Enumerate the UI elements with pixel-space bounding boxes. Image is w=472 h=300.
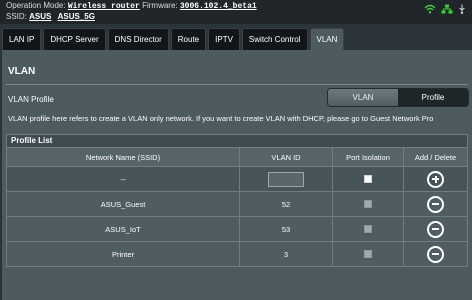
vlan-id-input[interactable]: [268, 171, 304, 187]
tab-dhcp-server[interactable]: DHCP Server: [43, 28, 106, 50]
row-vlan-id: 52: [240, 192, 333, 216]
profile-list-title: Profile List: [6, 134, 468, 148]
operation-mode-line: Operation Mode: Wireless router Firmware…: [6, 1, 257, 11]
row-vlan-id: 3: [240, 242, 333, 266]
table-row: ASUS_IoT 53: [6, 217, 468, 242]
table-header-row: Network Name (SSID) VLAN ID Port Isolati…: [6, 148, 468, 167]
title-divider: [6, 84, 468, 85]
tab-lan-ip[interactable]: LAN IP: [2, 28, 42, 50]
ssid-link-2[interactable]: ASUS_5G: [58, 12, 95, 21]
row-port-isolation-checkbox: [364, 250, 372, 258]
column-header-port-isolation: Port Isolation: [333, 148, 404, 166]
op-mode-label: Operation Mode:: [6, 1, 66, 10]
usb-icon[interactable]: [458, 4, 466, 14]
tab-dns-director[interactable]: DNS Director: [107, 28, 169, 50]
row-ssid: ASUS_IoT: [7, 217, 240, 241]
ssid-label: SSID:: [6, 12, 27, 21]
tab-vlan[interactable]: VLAN: [309, 28, 345, 50]
vlan-profile-label: VLAN Profile: [8, 95, 54, 104]
column-header-add-delete: Add / Delete: [414, 152, 457, 162]
row-vlan-id: 53: [240, 217, 333, 241]
port-isolation-checkbox[interactable]: [364, 175, 372, 183]
ssid-select[interactable]: --: [7, 167, 240, 191]
row-port-isolation-checkbox: [364, 225, 372, 233]
status-icons: [424, 4, 466, 14]
profile-list-table: Profile List Network Name (SSID) VLAN ID…: [6, 134, 468, 267]
vlan-panel: VLAN VLAN Profile VLAN Profile VLAN prof…: [2, 50, 472, 300]
table-row: ASUS_Guest 52: [6, 192, 468, 217]
status-bar: Operation Mode: Wireless router Firmware…: [0, 0, 472, 24]
delete-icon[interactable]: [427, 195, 444, 213]
network-icon[interactable]: [441, 4, 453, 14]
add-icon[interactable]: [427, 170, 444, 188]
tab-iptv[interactable]: IPTV: [208, 28, 240, 50]
table-row: Printer 3: [6, 242, 468, 267]
new-profile-row: --: [6, 167, 468, 192]
profile-segment-button[interactable]: Profile: [398, 89, 468, 106]
tab-route[interactable]: Route: [170, 28, 207, 50]
ssid-link-1[interactable]: ASUS: [29, 12, 51, 21]
wifi-icon[interactable]: [424, 4, 436, 14]
column-header-ssid: Network Name (SSID): [7, 148, 240, 166]
delete-icon[interactable]: [427, 220, 444, 238]
row-port-isolation-checkbox: [364, 200, 372, 208]
ssid-line: SSID: ASUS ASUS_5G: [6, 12, 99, 21]
firmware-label: Firmware:: [142, 1, 178, 10]
delete-icon[interactable]: [427, 245, 444, 263]
page-title: VLAN: [8, 66, 36, 77]
row-ssid: Printer: [7, 242, 240, 266]
vlan-profile-switch: VLAN Profile: [327, 88, 469, 107]
row-ssid: ASUS_Guest: [7, 192, 240, 216]
tab-bar: LAN IP DHCP Server DNS Director Route IP…: [2, 28, 345, 50]
firmware-link[interactable]: 3006.102.4_beta1: [180, 2, 257, 11]
column-header-vlan-id: VLAN ID: [240, 148, 333, 166]
op-mode-link[interactable]: Wireless router: [68, 2, 140, 11]
vlan-description: VLAN profile here refers to create a VLA…: [8, 114, 434, 123]
vlan-segment-button[interactable]: VLAN: [328, 89, 398, 106]
tab-switch-control[interactable]: Switch Control: [241, 28, 308, 50]
